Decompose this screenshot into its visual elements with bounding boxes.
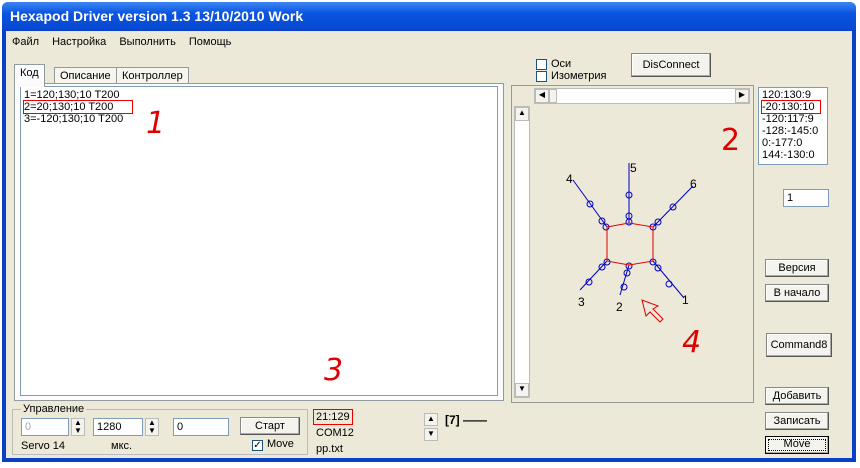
counter-label: [7] —— bbox=[445, 413, 487, 427]
leg-4 bbox=[572, 179, 608, 228]
leg-1 bbox=[652, 260, 685, 299]
client-area: Файл Настройка Выполнить Помощь Код Опис… bbox=[6, 31, 852, 458]
add-button[interactable]: Добавить bbox=[765, 387, 829, 405]
leg-2 bbox=[619, 264, 630, 296]
move-button[interactable]: Move bbox=[765, 436, 829, 454]
tab-code[interactable]: Код bbox=[14, 64, 45, 87]
leg-label-3: 3 bbox=[578, 295, 585, 309]
list-item[interactable]: -120:117:9 bbox=[762, 113, 827, 125]
version-button[interactable]: Версия bbox=[765, 259, 829, 277]
value-field[interactable]: 0 bbox=[173, 418, 229, 436]
write-button[interactable]: Записать bbox=[765, 412, 829, 430]
pulse-spinner[interactable]: ▲ ▼ bbox=[145, 418, 159, 436]
list-item[interactable]: 144:-130:0 bbox=[762, 149, 827, 161]
app-window: Hexapod Driver version 1.3 13/10/2010 Wo… bbox=[2, 2, 856, 462]
joints bbox=[585, 191, 677, 291]
counter-down-icon[interactable]: ▼ bbox=[424, 428, 438, 441]
home-button[interactable]: В начало bbox=[765, 284, 829, 302]
command8-button[interactable]: Command8 bbox=[766, 333, 832, 357]
servo-field[interactable]: 0 bbox=[21, 418, 69, 436]
port-label: COM12 bbox=[316, 427, 354, 439]
leg-label-4: 4 bbox=[566, 172, 573, 186]
control-group-label: Управление bbox=[21, 403, 87, 415]
position-readout: 21:129 bbox=[313, 409, 353, 425]
list-item[interactable]: 120:130:9 bbox=[762, 89, 827, 101]
leg-6 bbox=[652, 185, 694, 228]
leg-label-1: 1 bbox=[682, 293, 689, 307]
pulse-field[interactable]: 1280 bbox=[93, 418, 143, 436]
list-item[interactable]: -128:-145:0 bbox=[762, 125, 827, 137]
leg-label-5: 5 bbox=[630, 161, 637, 175]
servo-spinner[interactable]: ▲ ▼ bbox=[71, 418, 85, 436]
hexapod-view: 1 2 3 4 5 6 bbox=[566, 161, 697, 323]
list-item[interactable]: 0:-177:0 bbox=[762, 137, 827, 149]
annotation-2: 2 bbox=[721, 123, 741, 158]
move-checkbox[interactable]: ✓ bbox=[252, 440, 263, 451]
control-group: Управление 0 ▲ ▼ 1280 ▲ ▼ 0 Старт ✓ Move S… bbox=[12, 403, 308, 455]
move-checkbox-label: Move bbox=[267, 438, 294, 450]
file-label: pp.txt bbox=[316, 443, 343, 455]
hexapod-body bbox=[606, 222, 654, 266]
coords-list[interactable]: 120:130:9 -20:130:10 -120:117:9 -128:-14… bbox=[758, 87, 828, 165]
annotation-4: 4 bbox=[682, 325, 702, 360]
leg-3 bbox=[579, 260, 608, 291]
servo-label: Servo 14 bbox=[21, 440, 66, 452]
unit-label: мкс. bbox=[111, 440, 133, 452]
index-field[interactable]: 1 bbox=[783, 189, 829, 207]
counter-up-icon[interactable]: ▲ bbox=[424, 413, 438, 426]
pointer-annotation bbox=[641, 299, 664, 323]
leg-label-2: 2 bbox=[616, 300, 623, 314]
list-item-selected[interactable]: -20:130:10 bbox=[761, 100, 821, 114]
title-bar: Hexapod Driver version 1.3 13/10/2010 Wo… bbox=[2, 2, 856, 30]
start-button[interactable]: Старт bbox=[240, 417, 300, 435]
leg-label-6: 6 bbox=[690, 177, 697, 191]
